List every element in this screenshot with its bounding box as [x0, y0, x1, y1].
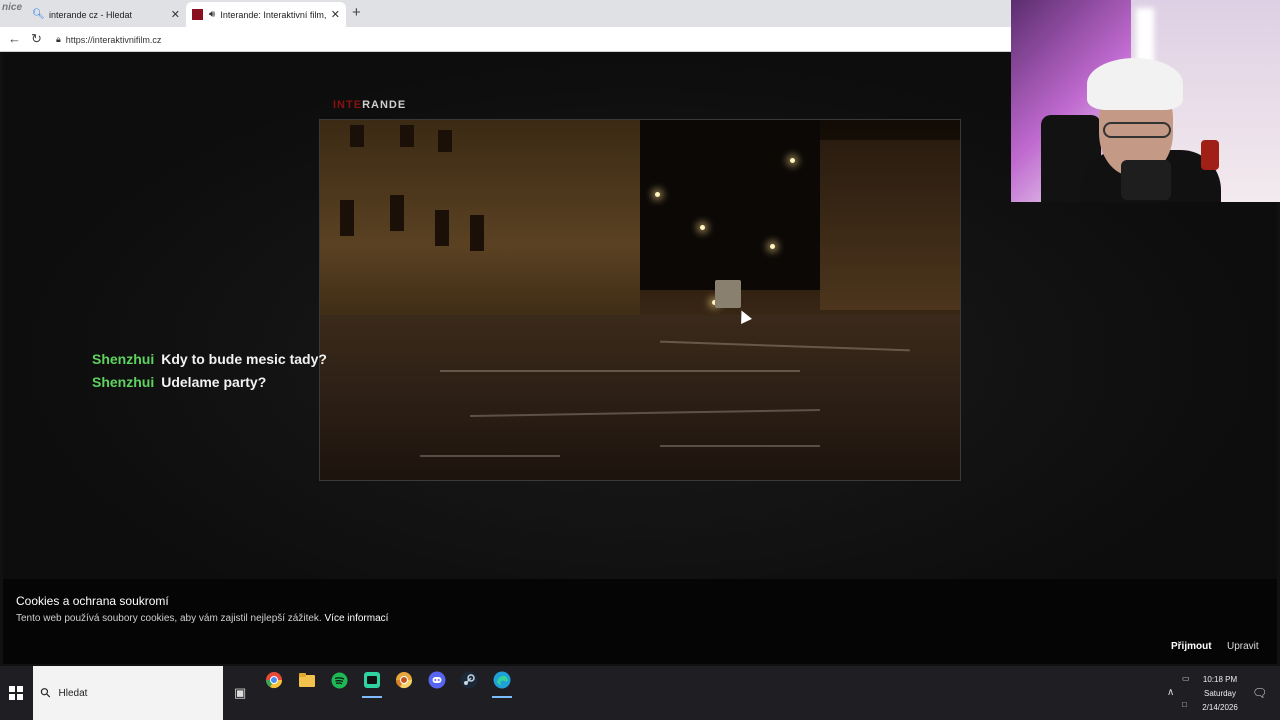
logo-rest: RANDE	[362, 99, 407, 111]
windows-start-icon[interactable]	[9, 686, 23, 700]
webcam-person-glasses	[1103, 122, 1171, 138]
overlay-logo: nice	[2, 2, 23, 13]
taskbar-search-box[interactable]: ⚲ Hledat	[33, 666, 223, 720]
chat-message: Shenzhui Kdy to bude mesic tady?	[92, 348, 327, 371]
url-field[interactable]: 🔒︎ https://interaktivnifilm.cz	[56, 34, 161, 45]
cookie-edit-button[interactable]: Upravit	[1227, 641, 1259, 652]
chat-username: Shenzhui	[92, 351, 155, 367]
chat-text: Udelame party?	[161, 374, 267, 390]
discord-icon[interactable]	[424, 667, 450, 693]
video-building-left	[320, 120, 640, 330]
clock-time: 10:18 PM	[1202, 675, 1238, 684]
video-streetlamp	[655, 192, 660, 197]
cookie-banner: Cookies a ochrana soukromí Tento web pou…	[3, 579, 1277, 664]
close-icon[interactable]: ✕	[331, 8, 340, 21]
video-streetlamp	[770, 244, 775, 249]
reload-icon[interactable]: ↻	[31, 31, 42, 47]
video-road-marking	[440, 370, 800, 372]
search-favicon-icon: 🔍︎	[32, 9, 45, 20]
video-streetlamp	[700, 225, 705, 230]
gaming-app-icon[interactable]	[359, 667, 385, 698]
speaker-icon[interactable]: 🔊︎	[209, 9, 215, 20]
notification-icon[interactable]: 🗨︎	[1252, 686, 1267, 700]
network-icon[interactable]: □	[1182, 700, 1187, 709]
cookie-text: Tento web používá soubory cookies, aby v…	[16, 613, 388, 624]
cookie-description: Tento web používá soubory cookies, aby v…	[16, 613, 322, 624]
windows-taskbar: ⚲ Hledat ▣ ∧ ▭ □ 10:18 PM Saturday 2/14/…	[0, 666, 1280, 720]
video-window	[470, 215, 484, 251]
cookie-title: Cookies a ochrana soukromí	[16, 594, 169, 608]
video-building-right	[820, 140, 960, 310]
tab-search[interactable]: 🔍︎ interande cz - Hledat ✕	[26, 2, 186, 27]
chat-overlay: Shenzhui Kdy to bude mesic tady? Shenzhui…	[92, 348, 327, 394]
clock-day: Saturday	[1203, 689, 1237, 698]
video-window	[438, 130, 452, 152]
video-window	[390, 195, 404, 231]
video-window	[350, 125, 364, 147]
tab-title: Interande: Interaktivní film, co	[220, 9, 327, 20]
chat-message: Shenzhui Udelame party?	[92, 371, 327, 394]
taskbar-search-placeholder: Hledat	[58, 687, 88, 699]
video-street	[320, 315, 960, 480]
back-arrow-icon[interactable]: ←	[8, 31, 21, 46]
webcam-person-cap	[1087, 58, 1183, 110]
webcam-microphone	[1121, 160, 1171, 200]
video-sky	[640, 120, 820, 290]
chrome-icon[interactable]	[261, 667, 287, 693]
taskbar-clock[interactable]: 10:18 PM Saturday 2/14/2026	[1198, 673, 1242, 715]
address-bar: ← ↻ 🔒︎ https://interaktivnifilm.cz	[0, 27, 1012, 52]
video-streetlamp	[790, 158, 795, 163]
video-tram	[715, 280, 741, 308]
close-icon[interactable]: ✕	[171, 8, 180, 21]
cookie-accept-button[interactable]: Přijmout	[1171, 641, 1212, 652]
edge-icon[interactable]	[489, 667, 515, 698]
chat-text: Kdy to bude mesic tady?	[161, 351, 327, 367]
chrome-icon[interactable]	[391, 667, 417, 693]
video-window	[340, 200, 354, 236]
video-road-marking	[420, 455, 560, 457]
lock-icon: 🔒︎	[56, 34, 61, 44]
tab-interande[interactable]: 🔊︎ Interande: Interaktivní film, co ✕	[186, 2, 346, 27]
cookie-more-info-link[interactable]: Více informací	[325, 613, 389, 624]
tray-expand-chevron-icon[interactable]: ∧	[1167, 687, 1174, 698]
video-player[interactable]	[319, 119, 961, 481]
video-road-marking	[660, 445, 820, 447]
webcam-red-object	[1201, 140, 1219, 170]
file-explorer-icon[interactable]	[294, 667, 320, 693]
interande-favicon-icon	[192, 9, 203, 20]
new-tab-button[interactable]: +	[352, 4, 361, 21]
search-icon: ⚲	[36, 683, 55, 702]
browser-tab-bar: nice 🔍︎ interande cz - Hledat ✕ 🔊︎ Inter…	[0, 0, 1012, 27]
clock-date: 2/14/2026	[1202, 703, 1238, 712]
task-view-icon[interactable]: ▣	[234, 685, 246, 701]
url-text: https://interaktivnifilm.cz	[65, 34, 162, 45]
video-window	[400, 125, 414, 147]
tab-title: interande cz - Hledat	[49, 9, 133, 20]
video-window	[435, 210, 449, 246]
battery-icon[interactable]: ▭	[1182, 674, 1190, 683]
site-logo[interactable]: INTERANDE	[333, 99, 406, 111]
chat-username: Shenzhui	[92, 374, 155, 390]
logo-red-part: INTE	[333, 99, 363, 111]
steam-icon[interactable]	[456, 667, 482, 693]
spotify-icon[interactable]	[326, 667, 352, 693]
webcam-overlay	[1011, 0, 1280, 202]
